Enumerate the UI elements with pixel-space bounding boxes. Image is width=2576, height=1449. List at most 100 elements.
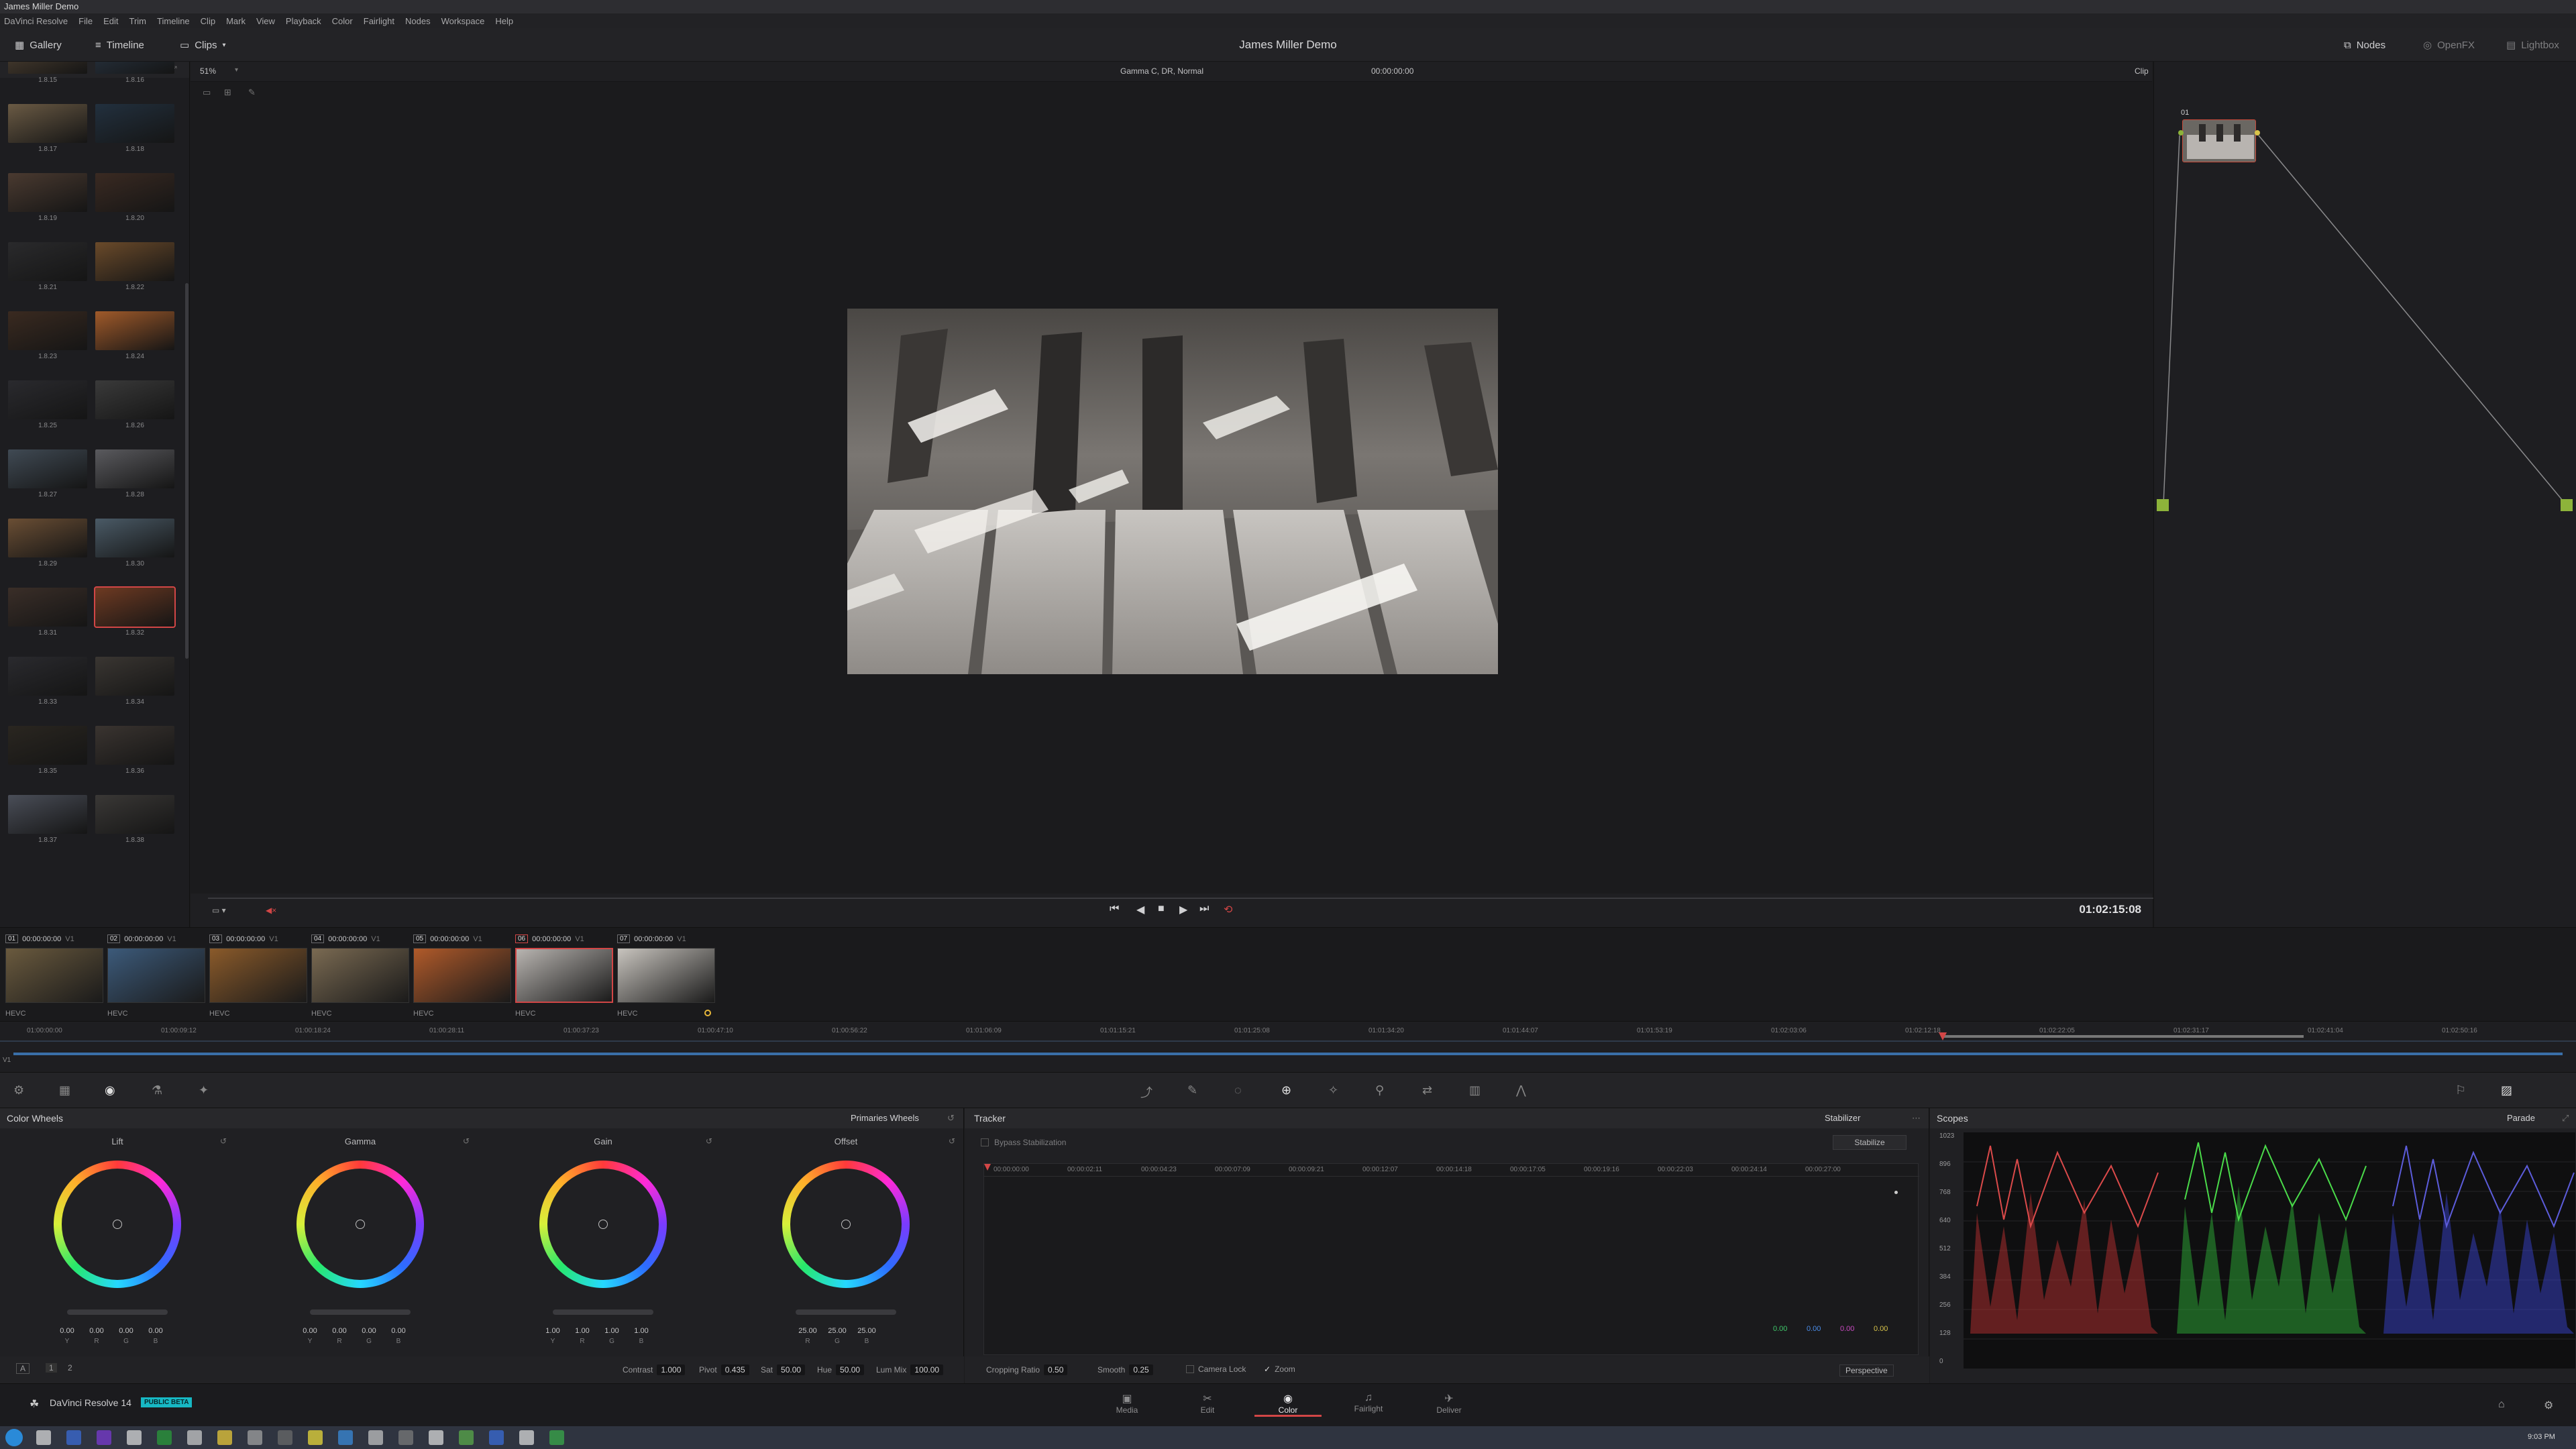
gallery-still[interactable]	[8, 588, 87, 627]
wheel-center-handle[interactable]	[598, 1220, 608, 1229]
scopes-icon[interactable]: ▨	[2501, 1083, 2512, 1097]
page-2-button[interactable]: 2	[64, 1363, 76, 1373]
wheel-center-handle[interactable]	[841, 1220, 851, 1229]
taskbar-app-icon[interactable]	[308, 1430, 323, 1445]
wheel-value[interactable]: 25.00	[796, 1327, 820, 1335]
gallery-still[interactable]	[95, 380, 174, 419]
stop-button[interactable]: ■	[1158, 903, 1165, 915]
wheel-value[interactable]: 0.00	[114, 1327, 138, 1335]
clip-thumbnail[interactable]	[209, 948, 307, 1003]
taskbar-app-icon[interactable]	[489, 1430, 504, 1445]
master-wheel-slider[interactable]	[67, 1309, 168, 1315]
play-button[interactable]: ▶	[1179, 903, 1187, 916]
page-tab-color[interactable]: ◉ Color	[1254, 1392, 1322, 1417]
wheel-value[interactable]: 0.00	[144, 1327, 168, 1335]
gallery-still[interactable]	[95, 449, 174, 488]
taskbar-app-icon[interactable]	[248, 1430, 262, 1445]
menu-help[interactable]: Help	[495, 16, 513, 26]
blur-icon[interactable]: ⚲	[1375, 1083, 1384, 1097]
gallery-still[interactable]	[8, 62, 87, 74]
zoom-level[interactable]: 51%	[200, 66, 216, 76]
menu-edit[interactable]: Edit	[103, 16, 118, 26]
sizing-icon[interactable]: ▥	[1469, 1083, 1481, 1097]
wheel-value[interactable]: 0.00	[55, 1327, 79, 1335]
gallery-scrollbar[interactable]	[185, 283, 189, 659]
sat-control[interactable]: Sat 50.00	[761, 1364, 806, 1375]
magic-mask-icon[interactable]: ✧	[1328, 1083, 1338, 1097]
gallery-still[interactable]	[95, 242, 174, 281]
page-1-button[interactable]: 1	[46, 1363, 57, 1373]
gallery-still[interactable]	[8, 380, 87, 419]
key-icon[interactable]: ⇄	[1422, 1083, 1432, 1097]
more-options-icon[interactable]: ⋯	[1912, 1113, 1921, 1124]
clip-mode[interactable]: Clip	[2135, 66, 2149, 76]
taskbar-app-icon[interactable]	[519, 1430, 534, 1445]
perspective-dropdown[interactable]: Perspective	[1839, 1364, 1894, 1377]
reset-icon[interactable]: ↺	[463, 1136, 470, 1146]
color-wheel[interactable]	[297, 1161, 424, 1288]
reset-icon[interactable]: ↺	[947, 1113, 955, 1124]
window-icon[interactable]: ◌	[1234, 1083, 1242, 1097]
master-wheel-slider[interactable]	[553, 1309, 653, 1315]
master-wheel-slider[interactable]	[310, 1309, 411, 1315]
bypass-stabilization-toggle[interactable]: Bypass Stabilization	[981, 1138, 1066, 1147]
header-timecode[interactable]: 00:00:00:00	[1371, 66, 1413, 76]
taskbar-app-icon[interactable]	[338, 1430, 353, 1445]
taskbar-app-icon[interactable]	[127, 1430, 142, 1445]
color-wheel[interactable]	[54, 1161, 181, 1288]
clip-thumbnail[interactable]	[617, 948, 715, 1003]
clip-thumbnail[interactable]	[413, 948, 511, 1003]
lightbox-button[interactable]: ▤ Lightbox	[2506, 28, 2559, 62]
clip-thumbnail[interactable]	[5, 948, 103, 1003]
contrast-control[interactable]: Contrast 1.000	[623, 1364, 686, 1375]
gallery-still[interactable]	[8, 519, 87, 557]
reset-icon[interactable]: ↺	[220, 1136, 227, 1146]
zoom-toggle[interactable]: ✓ Zoom	[1264, 1364, 1295, 1374]
scope-mode-dropdown[interactable]: Parade	[2507, 1113, 2535, 1123]
home-icon[interactable]: ⌂	[2498, 1399, 2505, 1411]
gallery-still[interactable]	[95, 519, 174, 557]
tracker-playhead-icon[interactable]	[984, 1164, 991, 1171]
menu-fairlight[interactable]: Fairlight	[364, 16, 394, 26]
gallery-still[interactable]	[95, 104, 174, 143]
clips-button[interactable]: ▭ Clips ▾	[180, 28, 226, 62]
menu-color[interactable]: Color	[332, 16, 353, 26]
taskbar-app-icon[interactable]	[36, 1430, 51, 1445]
output-node[interactable]	[2561, 499, 2573, 511]
color-match-icon[interactable]: ▦	[59, 1083, 70, 1097]
3d-icon[interactable]: ⋀	[1516, 1083, 1526, 1097]
page-tab-deliver[interactable]: ✈ Deliver	[1415, 1392, 1483, 1415]
taskbar-app-icon[interactable]	[217, 1430, 232, 1445]
taskbar-app-icon[interactable]	[97, 1430, 111, 1445]
gallery-still[interactable]	[95, 726, 174, 765]
reset-icon[interactable]: ↺	[706, 1136, 712, 1146]
page-tab-fairlight[interactable]: ♫ Fairlight	[1335, 1392, 1402, 1413]
wheel-value[interactable]: 0.00	[327, 1327, 352, 1335]
wheel-value[interactable]: 0.00	[357, 1327, 381, 1335]
reverse-play-button[interactable]: ◀	[1136, 903, 1144, 916]
gallery-still[interactable]	[95, 795, 174, 834]
gallery-still[interactable]	[8, 173, 87, 212]
lummix-control[interactable]: Lum Mix 100.00	[876, 1364, 944, 1375]
nodes-button[interactable]: ⧉ Nodes	[2344, 28, 2385, 62]
color-wheels-icon[interactable]: ◉	[105, 1083, 115, 1097]
gallery-still[interactable]	[95, 62, 174, 74]
taskbar-app-icon[interactable]	[66, 1430, 81, 1445]
viewer-tool-icon[interactable]: ✎	[248, 87, 256, 98]
gallery-button[interactable]: ▦ Gallery	[15, 28, 62, 62]
audio-mute-icon[interactable]: ◀×	[266, 906, 276, 915]
scrub-bar[interactable]	[208, 898, 2153, 899]
wheel-value[interactable]: 0.00	[85, 1327, 109, 1335]
loop-icon[interactable]: ⟲	[1224, 903, 1232, 916]
color-wheel[interactable]	[539, 1161, 667, 1288]
smooth-control[interactable]: Smooth 0.25	[1097, 1364, 1153, 1375]
qualifier-icon[interactable]: ✎	[1187, 1083, 1197, 1097]
wheel-value[interactable]: 25.00	[825, 1327, 849, 1335]
camera-raw-icon[interactable]: ⚙	[13, 1083, 24, 1097]
wheels-mode-dropdown[interactable]: Primaries Wheels	[851, 1113, 919, 1123]
clip-thumbnail[interactable]	[311, 948, 409, 1003]
menu-nodes[interactable]: Nodes	[405, 16, 431, 26]
viewer-options-icon[interactable]: ▭ ▾	[212, 906, 226, 915]
gallery-still[interactable]	[8, 795, 87, 834]
start-button-icon[interactable]	[5, 1429, 23, 1446]
